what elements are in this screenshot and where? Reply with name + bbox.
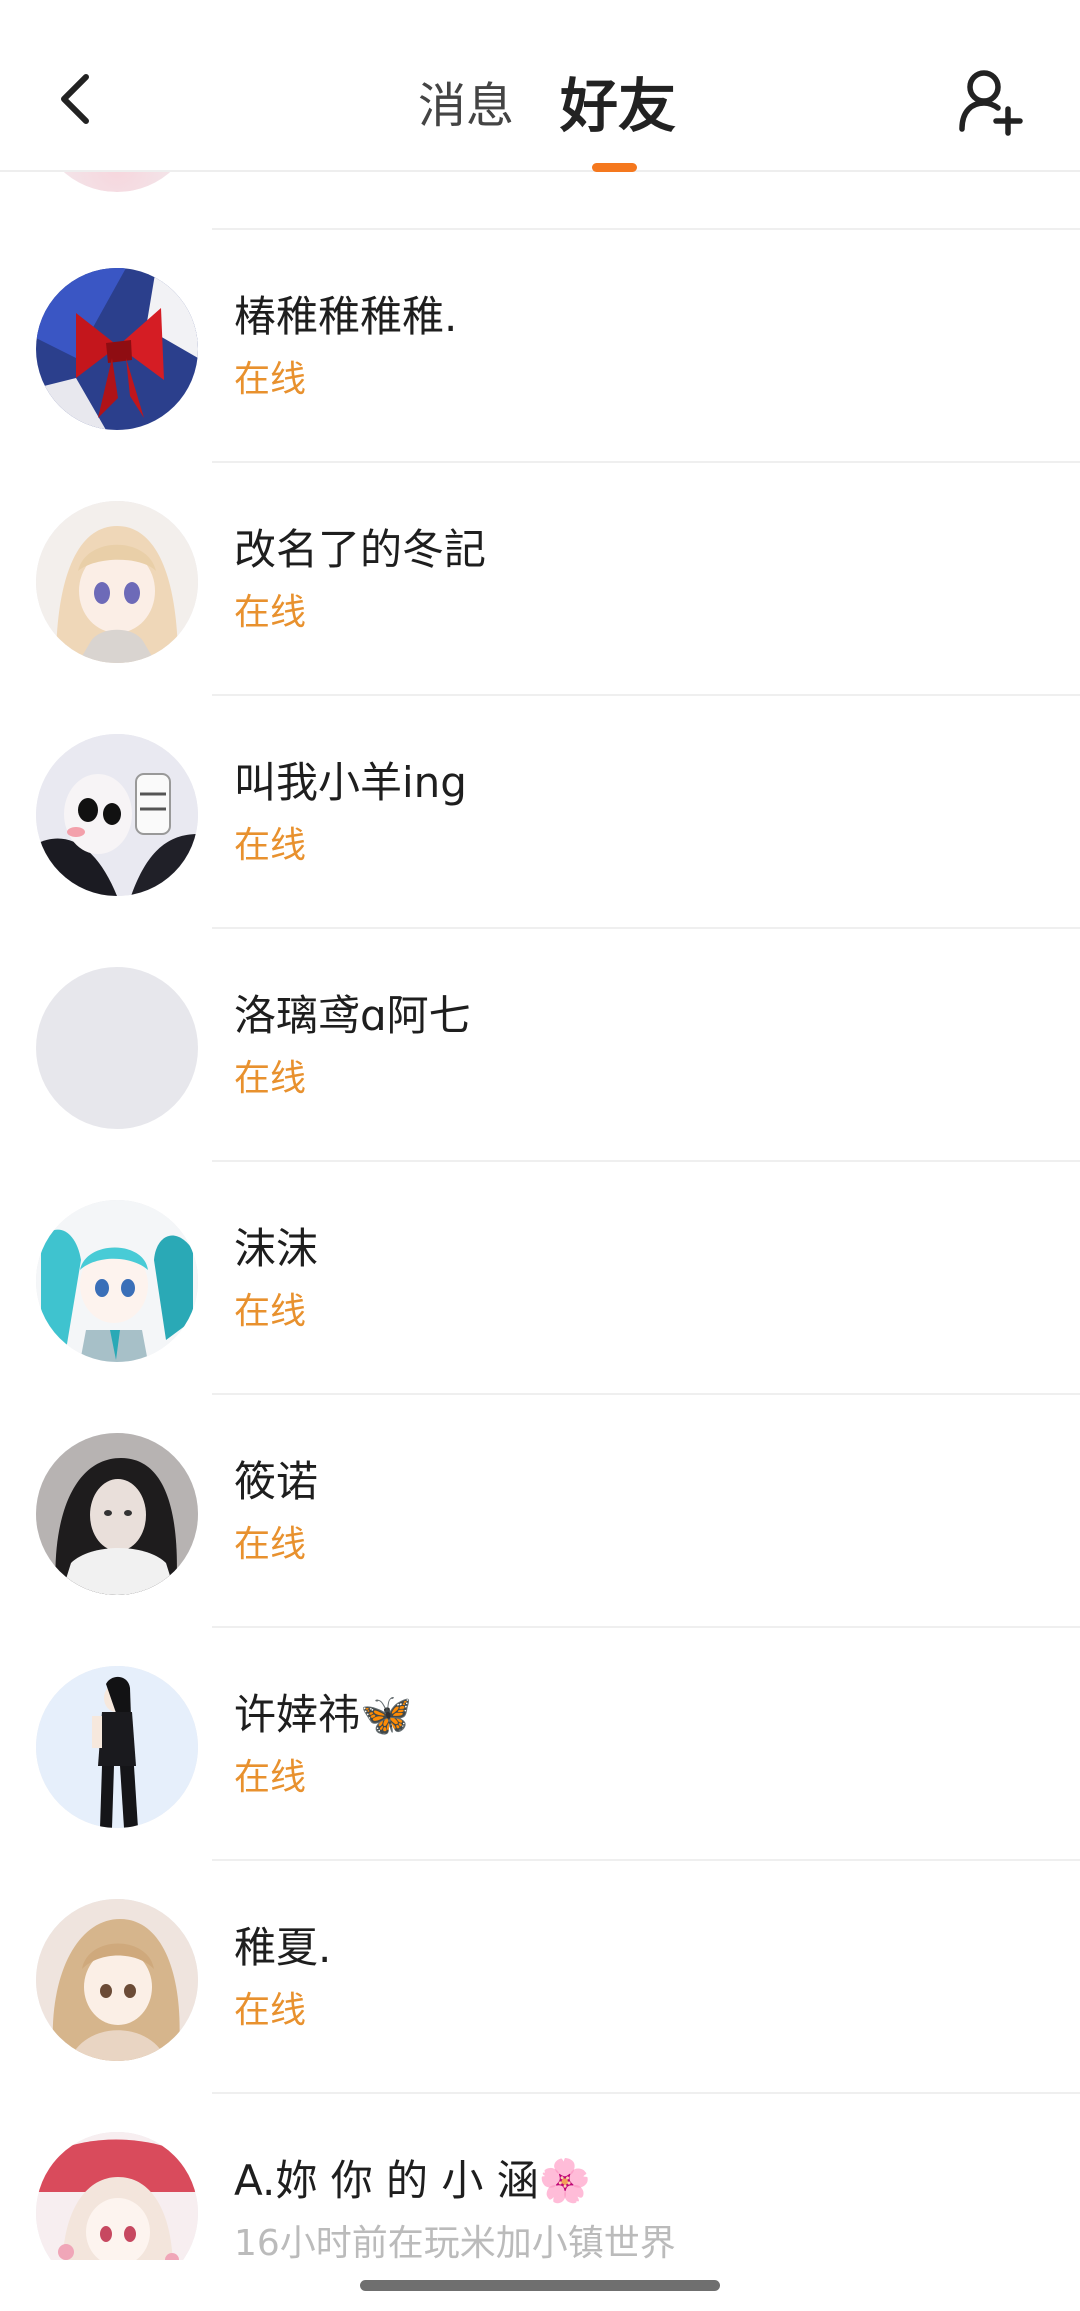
masked-figure-avatar-icon	[36, 734, 198, 896]
avatar[interactable]	[36, 1899, 198, 2061]
anime-girl-teal-avatar-icon	[36, 1200, 198, 1362]
friend-row[interactable]: 洛璃鸢ɑ阿七 在线	[0, 929, 1080, 1162]
avatar[interactable]	[36, 1200, 198, 1362]
avatar[interactable]	[36, 1433, 198, 1595]
friend-status: 在线	[234, 1058, 307, 1099]
friend-name: 筱诺	[234, 1457, 319, 1506]
friend-row[interactable]: 沫沫 在线	[0, 1162, 1080, 1395]
friend-name: 椿稚稚稚稚.	[234, 292, 458, 341]
friend-status: 在线	[234, 1291, 307, 1332]
add-friend-button[interactable]	[954, 62, 1028, 142]
avatar[interactable]	[36, 501, 198, 663]
top-nav-bar: 消息 好友	[0, 0, 1080, 172]
friend-status: 在线	[234, 1990, 307, 2031]
friend-status: 在线	[234, 1757, 307, 1798]
tab-messages[interactable]: 消息	[418, 66, 514, 146]
back-button[interactable]	[44, 64, 104, 134]
friend-list[interactable]: 椿稚稚稚稚. 在线 改名了的冬記 在线 叫我小羊ing 在线 洛璃鸢ɑ阿七 在线…	[0, 0, 1080, 2260]
friend-name: 沫沫	[234, 1224, 319, 1273]
friend-status: 在线	[234, 825, 307, 866]
friend-row[interactable]: 筱诺 在线	[0, 1395, 1080, 1628]
avatar[interactable]	[36, 2132, 198, 2260]
avatar[interactable]	[36, 967, 198, 1129]
friends-page: 椿稚稚稚稚. 在线 改名了的冬記 在线 叫我小羊ing 在线 洛璃鸢ɑ阿七 在线…	[0, 0, 1080, 2311]
friend-name: A.妳 你 的 小 涵🌸	[234, 2156, 592, 2205]
avatar[interactable]	[36, 1666, 198, 1828]
home-indicator[interactable]	[360, 2280, 720, 2291]
friend-row[interactable]: A.妳 你 的 小 涵🌸 16小时前在玩米加小镇世界	[0, 2094, 1080, 2260]
friend-status: 16小时前在玩米加小镇世界	[234, 2223, 676, 2260]
friend-name: 改名了的冬記	[234, 525, 487, 574]
anime-girl-avatar-icon	[36, 501, 198, 663]
active-tab-indicator	[592, 163, 637, 172]
avatar[interactable]	[36, 268, 198, 430]
friend-status: 在线	[234, 359, 307, 400]
friend-row[interactable]: 稚夏. 在线	[0, 1861, 1080, 2094]
friend-name: 稚夏.	[234, 1923, 332, 1972]
friend-row[interactable]: 椿稚稚稚稚. 在线	[0, 230, 1080, 463]
add-user-icon	[959, 70, 1023, 136]
friend-name: 洛璃鸢ɑ阿七	[234, 991, 471, 1040]
tab-friends[interactable]: 好友	[560, 66, 676, 146]
red-bow-avatar-icon	[36, 268, 198, 430]
friend-name: 许婞祎🦋	[234, 1690, 413, 1739]
friend-name: 叫我小羊ing	[234, 758, 467, 807]
friend-row[interactable]: 改名了的冬記 在线	[0, 463, 1080, 696]
photo-girl-avatar-icon	[36, 1433, 198, 1595]
anime-girl-beige-avatar-icon	[36, 1899, 198, 2061]
friend-row[interactable]: 叫我小羊ing 在线	[0, 696, 1080, 929]
avatar[interactable]	[36, 734, 198, 896]
friend-row[interactable]: 许婞祎🦋 在线	[0, 1628, 1080, 1861]
friend-status: 在线	[234, 1524, 307, 1565]
chevron-left-icon	[61, 74, 89, 124]
anime-figure-avatar-icon	[36, 1666, 198, 1828]
friend-status: 在线	[234, 592, 307, 633]
anime-girl-pink-avatar-icon	[36, 2132, 198, 2260]
